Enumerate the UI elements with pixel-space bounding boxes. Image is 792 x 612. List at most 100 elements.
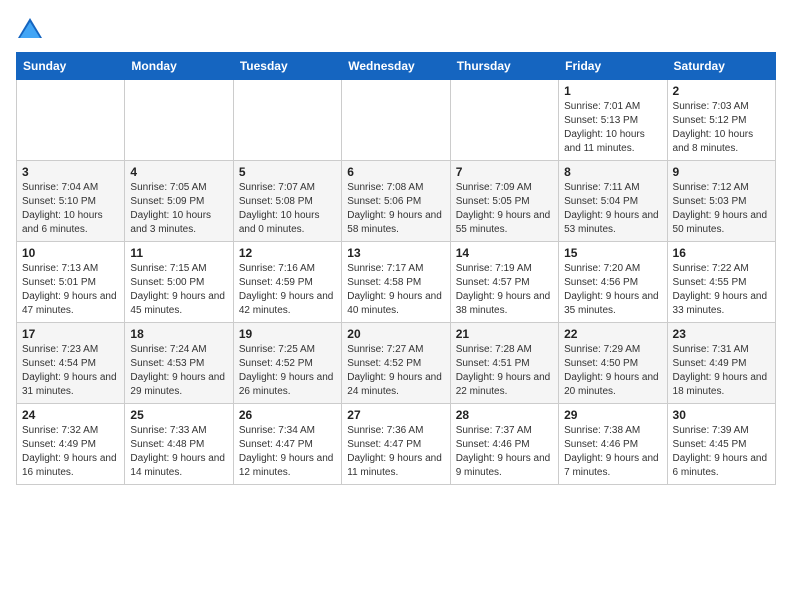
day-cell: 19 Sunrise: 7:25 AM Sunset: 4:52 PM Dayli… (233, 323, 341, 404)
header-day-wednesday: Wednesday (342, 53, 450, 80)
day-cell (342, 80, 450, 161)
day-number: 17 (22, 327, 119, 341)
day-info: Sunrise: 7:19 AM Sunset: 4:57 PM Dayligh… (456, 262, 553, 318)
day-info: Sunrise: 7:04 AM Sunset: 5:10 PM Dayligh… (22, 181, 119, 237)
day-cell: 4 Sunrise: 7:05 AM Sunset: 5:09 PM Daylig… (125, 161, 233, 242)
day-number: 21 (456, 327, 553, 341)
day-cell: 3 Sunrise: 7:04 AM Sunset: 5:10 PM Daylig… (17, 161, 125, 242)
day-number: 2 (673, 84, 770, 98)
day-cell: 11Sunrise: 7:15 AM Sunset: 5:00 PM Dayli… (125, 242, 233, 323)
day-cell: 26 Sunrise: 7:34 AM Sunset: 4:47 PM Dayli… (233, 404, 341, 485)
day-info: Sunrise: 7:39 AM Sunset: 4:45 PM Dayligh… (673, 424, 770, 480)
day-number: 3 (22, 165, 119, 179)
day-info: Sunrise: 7:29 AM Sunset: 4:50 PM Dayligh… (564, 343, 661, 399)
day-number: 9 (673, 165, 770, 179)
day-cell: 18Sunrise: 7:24 AM Sunset: 4:53 PM Dayli… (125, 323, 233, 404)
header-day-sunday: Sunday (17, 53, 125, 80)
day-number: 15 (564, 246, 661, 260)
day-info: Sunrise: 7:24 AM Sunset: 4:53 PM Dayligh… (130, 343, 227, 399)
day-info: Sunrise: 7:09 AM Sunset: 5:05 PM Dayligh… (456, 181, 553, 237)
day-cell: 27 Sunrise: 7:36 AM Sunset: 4:47 PM Dayli… (342, 404, 450, 485)
day-number: 22 (564, 327, 661, 341)
day-cell: 20Sunrise: 7:27 AM Sunset: 4:52 PM Dayli… (342, 323, 450, 404)
day-info: Sunrise: 7:31 AM Sunset: 4:49 PM Dayligh… (673, 343, 770, 399)
logo-icon (16, 16, 44, 44)
day-number: 14 (456, 246, 553, 260)
day-number: 27 (347, 408, 444, 422)
day-cell: 21 Sunrise: 7:28 AM Sunset: 4:51 PM Dayli… (450, 323, 558, 404)
day-number: 16 (673, 246, 770, 260)
week-row-2: 3 Sunrise: 7:04 AM Sunset: 5:10 PM Daylig… (17, 161, 776, 242)
day-number: 12 (239, 246, 336, 260)
day-cell (233, 80, 341, 161)
day-cell: 15 Sunrise: 7:20 AM Sunset: 4:56 PM Dayli… (559, 242, 667, 323)
day-info: Sunrise: 7:22 AM Sunset: 4:55 PM Dayligh… (673, 262, 770, 318)
day-info: Sunrise: 7:28 AM Sunset: 4:51 PM Dayligh… (456, 343, 553, 399)
day-cell: 29Sunrise: 7:38 AM Sunset: 4:46 PM Dayli… (559, 404, 667, 485)
day-cell: 23 Sunrise: 7:31 AM Sunset: 4:49 PM Dayli… (667, 323, 775, 404)
day-info: Sunrise: 7:08 AM Sunset: 5:06 PM Dayligh… (347, 181, 444, 237)
day-number: 24 (22, 408, 119, 422)
day-info: Sunrise: 7:07 AM Sunset: 5:08 PM Dayligh… (239, 181, 336, 237)
day-number: 13 (347, 246, 444, 260)
day-number: 7 (456, 165, 553, 179)
logo (16, 16, 48, 44)
day-info: Sunrise: 7:34 AM Sunset: 4:47 PM Dayligh… (239, 424, 336, 480)
day-info: Sunrise: 7:36 AM Sunset: 4:47 PM Dayligh… (347, 424, 444, 480)
day-info: Sunrise: 7:37 AM Sunset: 4:46 PM Dayligh… (456, 424, 553, 480)
day-info: Sunrise: 7:25 AM Sunset: 4:52 PM Dayligh… (239, 343, 336, 399)
day-cell: 14 Sunrise: 7:19 AM Sunset: 4:57 PM Dayli… (450, 242, 558, 323)
day-cell: 28 Sunrise: 7:37 AM Sunset: 4:46 PM Dayli… (450, 404, 558, 485)
day-number: 5 (239, 165, 336, 179)
day-cell (450, 80, 558, 161)
day-number: 25 (130, 408, 227, 422)
day-number: 8 (564, 165, 661, 179)
day-cell: 1 Sunrise: 7:01 AM Sunset: 5:13 PM Daylig… (559, 80, 667, 161)
day-info: Sunrise: 7:12 AM Sunset: 5:03 PM Dayligh… (673, 181, 770, 237)
day-info: Sunrise: 7:32 AM Sunset: 4:49 PM Dayligh… (22, 424, 119, 480)
day-info: Sunrise: 7:05 AM Sunset: 5:09 PM Dayligh… (130, 181, 227, 237)
header-day-tuesday: Tuesday (233, 53, 341, 80)
day-cell: 6Sunrise: 7:08 AM Sunset: 5:06 PM Daylig… (342, 161, 450, 242)
day-info: Sunrise: 7:23 AM Sunset: 4:54 PM Dayligh… (22, 343, 119, 399)
day-cell: 2Sunrise: 7:03 AM Sunset: 5:12 PM Daylig… (667, 80, 775, 161)
day-info: Sunrise: 7:20 AM Sunset: 4:56 PM Dayligh… (564, 262, 661, 318)
day-number: 4 (130, 165, 227, 179)
page-header (16, 16, 776, 44)
day-info: Sunrise: 7:13 AM Sunset: 5:01 PM Dayligh… (22, 262, 119, 318)
day-cell: 25 Sunrise: 7:33 AM Sunset: 4:48 PM Dayli… (125, 404, 233, 485)
day-number: 23 (673, 327, 770, 341)
day-info: Sunrise: 7:11 AM Sunset: 5:04 PM Dayligh… (564, 181, 661, 237)
day-cell: 9 Sunrise: 7:12 AM Sunset: 5:03 PM Daylig… (667, 161, 775, 242)
day-cell: 22 Sunrise: 7:29 AM Sunset: 4:50 PM Dayli… (559, 323, 667, 404)
week-row-5: 24 Sunrise: 7:32 AM Sunset: 4:49 PM Dayli… (17, 404, 776, 485)
day-info: Sunrise: 7:17 AM Sunset: 4:58 PM Dayligh… (347, 262, 444, 318)
day-number: 1 (564, 84, 661, 98)
day-number: 26 (239, 408, 336, 422)
day-cell: 13 Sunrise: 7:17 AM Sunset: 4:58 PM Dayli… (342, 242, 450, 323)
day-cell (125, 80, 233, 161)
header-day-friday: Friday (559, 53, 667, 80)
week-row-1: 1 Sunrise: 7:01 AM Sunset: 5:13 PM Daylig… (17, 80, 776, 161)
day-info: Sunrise: 7:33 AM Sunset: 4:48 PM Dayligh… (130, 424, 227, 480)
week-row-3: 10 Sunrise: 7:13 AM Sunset: 5:01 PM Dayli… (17, 242, 776, 323)
day-info: Sunrise: 7:01 AM Sunset: 5:13 PM Dayligh… (564, 100, 661, 156)
day-number: 10 (22, 246, 119, 260)
header-day-thursday: Thursday (450, 53, 558, 80)
day-info: Sunrise: 7:16 AM Sunset: 4:59 PM Dayligh… (239, 262, 336, 318)
day-number: 28 (456, 408, 553, 422)
day-cell: 16 Sunrise: 7:22 AM Sunset: 4:55 PM Dayli… (667, 242, 775, 323)
header-row: SundayMondayTuesdayWednesdayThursdayFrid… (17, 53, 776, 80)
day-cell: 8 Sunrise: 7:11 AM Sunset: 5:04 PM Daylig… (559, 161, 667, 242)
day-number: 20 (347, 327, 444, 341)
day-cell: 30Sunrise: 7:39 AM Sunset: 4:45 PM Dayli… (667, 404, 775, 485)
week-row-4: 17 Sunrise: 7:23 AM Sunset: 4:54 PM Dayli… (17, 323, 776, 404)
day-info: Sunrise: 7:38 AM Sunset: 4:46 PM Dayligh… (564, 424, 661, 480)
day-number: 19 (239, 327, 336, 341)
day-cell: 7 Sunrise: 7:09 AM Sunset: 5:05 PM Daylig… (450, 161, 558, 242)
day-cell: 17 Sunrise: 7:23 AM Sunset: 4:54 PM Dayli… (17, 323, 125, 404)
day-cell (17, 80, 125, 161)
day-cell: 10 Sunrise: 7:13 AM Sunset: 5:01 PM Dayli… (17, 242, 125, 323)
header-day-saturday: Saturday (667, 53, 775, 80)
day-cell: 24 Sunrise: 7:32 AM Sunset: 4:49 PM Dayli… (17, 404, 125, 485)
